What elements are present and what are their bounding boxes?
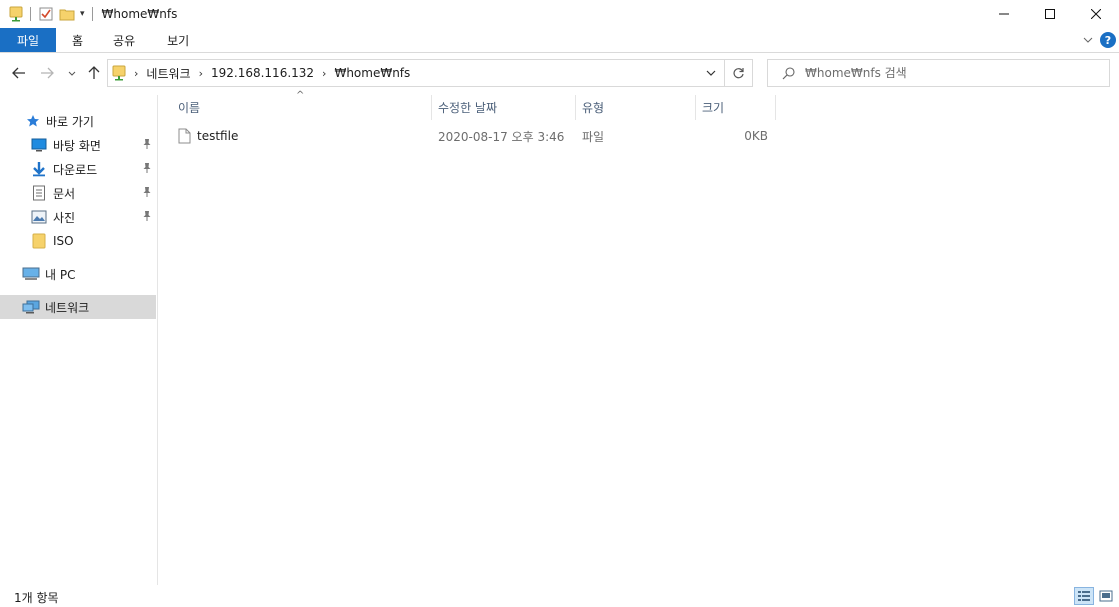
arrow-right-icon	[41, 67, 54, 79]
pin-icon[interactable]	[142, 138, 152, 153]
large-icons-view-button[interactable]	[1096, 587, 1116, 605]
sidebar-item-label: 바로 가기	[46, 114, 94, 129]
sidebar-item-this-pc[interactable]: 내 PC	[0, 262, 156, 286]
sidebar-item-label: 네트워크	[45, 300, 90, 315]
breadcrumb-separator-icon[interactable]: ›	[322, 67, 326, 80]
column-header-name[interactable]: 이름	[172, 95, 431, 120]
forward-button[interactable]	[36, 57, 58, 89]
tab-share[interactable]: 공유	[99, 28, 149, 52]
recent-locations-button[interactable]	[64, 57, 80, 89]
pin-icon[interactable]	[142, 210, 152, 225]
arrow-left-icon	[12, 67, 25, 79]
desktop-icon	[30, 136, 48, 154]
search-input[interactable]	[805, 66, 1095, 80]
status-bar: 1개 항목	[0, 585, 1119, 607]
details-view-icon	[1078, 591, 1090, 601]
folder-icon	[30, 232, 48, 250]
details-view-button[interactable]	[1074, 587, 1094, 605]
column-header-type[interactable]: 유형	[576, 95, 695, 120]
sidebar-item-label: ISO	[53, 234, 74, 248]
address-bar[interactable]: › 네트워크 › 192.168.116.132 › ₩home₩nfs	[107, 59, 725, 87]
explorer-folder-icon[interactable]	[8, 5, 24, 23]
sidebar-item-network[interactable]: 네트워크	[0, 295, 156, 319]
ribbon-tabs: 파일 홈 공유 보기 ?	[0, 28, 1119, 52]
network-icon	[22, 298, 40, 316]
sidebar-item-downloads[interactable]: 다운로드	[0, 157, 156, 181]
navigation-pane: 바로 가기 바탕 화면 다운로드 문서 사진 ISO 내 PC 네트워크	[0, 95, 158, 585]
ribbon-divider	[0, 52, 1119, 53]
tab-view[interactable]: 보기	[153, 28, 203, 52]
quick-access-toolbar: ▾ ₩home₩nfs	[0, 0, 177, 27]
arrow-up-icon	[88, 66, 100, 79]
help-button[interactable]: ?	[1100, 32, 1116, 48]
file-date-modified: 2020-08-17 오후 3:46	[438, 129, 565, 144]
refresh-button[interactable]	[725, 59, 753, 87]
sidebar-item-desktop[interactable]: 바탕 화면	[0, 133, 156, 157]
pictures-icon	[30, 208, 48, 226]
address-dropdown-button[interactable]	[706, 66, 716, 83]
sidebar-item-label: 바탕 화면	[53, 138, 101, 153]
sidebar-item-pictures[interactable]: 사진	[0, 205, 156, 229]
title-divider	[91, 6, 93, 21]
breadcrumb-separator-icon[interactable]: ›	[134, 67, 138, 80]
chevron-down-icon	[68, 71, 76, 76]
breadcrumb-network[interactable]: 네트워크	[146, 65, 190, 82]
item-count: 1개 항목	[14, 591, 59, 605]
pin-icon[interactable]	[142, 186, 152, 201]
navigation-bar: › 네트워크 › 192.168.116.132 › ₩home₩nfs	[0, 57, 1119, 89]
file-row[interactable]: testfile 2020-08-17 오후 3:46 파일 0KB	[172, 125, 778, 147]
breadcrumb-separator-icon[interactable]: ›	[199, 67, 203, 80]
minimize-button[interactable]	[981, 0, 1027, 27]
chevron-down-icon	[706, 70, 716, 76]
sidebar-item-label: 내 PC	[45, 267, 76, 282]
tab-home[interactable]: 홈	[58, 28, 97, 52]
computer-icon	[22, 265, 40, 283]
maximize-button[interactable]	[1027, 0, 1073, 27]
pin-icon[interactable]	[142, 162, 152, 177]
download-icon	[30, 160, 48, 178]
star-icon	[26, 112, 40, 130]
sidebar-item-label: 다운로드	[53, 162, 98, 177]
sidebar-item-quick-access[interactable]: 바로 가기	[0, 109, 156, 133]
title-bar: ▾ ₩home₩nfs	[0, 0, 1119, 27]
refresh-icon	[733, 67, 744, 78]
properties-icon[interactable]	[38, 5, 54, 23]
tab-file[interactable]: 파일	[0, 28, 56, 52]
sidebar-item-documents[interactable]: 문서	[0, 181, 156, 205]
customize-toolbar-dropdown-icon[interactable]: ▾	[80, 9, 85, 19]
close-button[interactable]	[1073, 0, 1119, 27]
expand-ribbon-chevron-icon[interactable]	[1078, 37, 1098, 43]
breadcrumb-folder[interactable]: ₩home₩nfs	[334, 66, 410, 80]
column-header-date-modified[interactable]: 수정한 날짜	[432, 95, 575, 120]
new-folder-icon[interactable]	[59, 5, 75, 23]
back-button[interactable]	[8, 57, 30, 89]
sidebar-item-label: 사진	[53, 210, 76, 225]
file-icon	[178, 128, 191, 144]
window-title: ₩home₩nfs	[101, 6, 178, 21]
file-type: 파일	[582, 129, 605, 144]
file-size: 0KB	[744, 129, 768, 143]
file-name: testfile	[197, 129, 239, 143]
column-divider[interactable]	[775, 95, 776, 120]
column-header-size[interactable]: 크기	[696, 95, 775, 120]
toolbar-divider	[30, 6, 31, 21]
window-controls	[981, 0, 1119, 27]
search-box[interactable]	[767, 59, 1110, 87]
large-icons-view-icon	[1099, 590, 1113, 602]
ribbon-right-controls: ?	[1078, 28, 1119, 52]
document-icon	[30, 184, 48, 202]
file-name-cell: testfile	[178, 125, 428, 147]
up-button[interactable]	[84, 57, 104, 89]
breadcrumb-host[interactable]: 192.168.116.132	[211, 66, 314, 80]
sidebar-item-iso[interactable]: ISO	[0, 229, 156, 253]
sidebar-item-label: 문서	[53, 186, 76, 201]
search-icon	[782, 66, 795, 80]
network-location-icon	[112, 65, 126, 81]
